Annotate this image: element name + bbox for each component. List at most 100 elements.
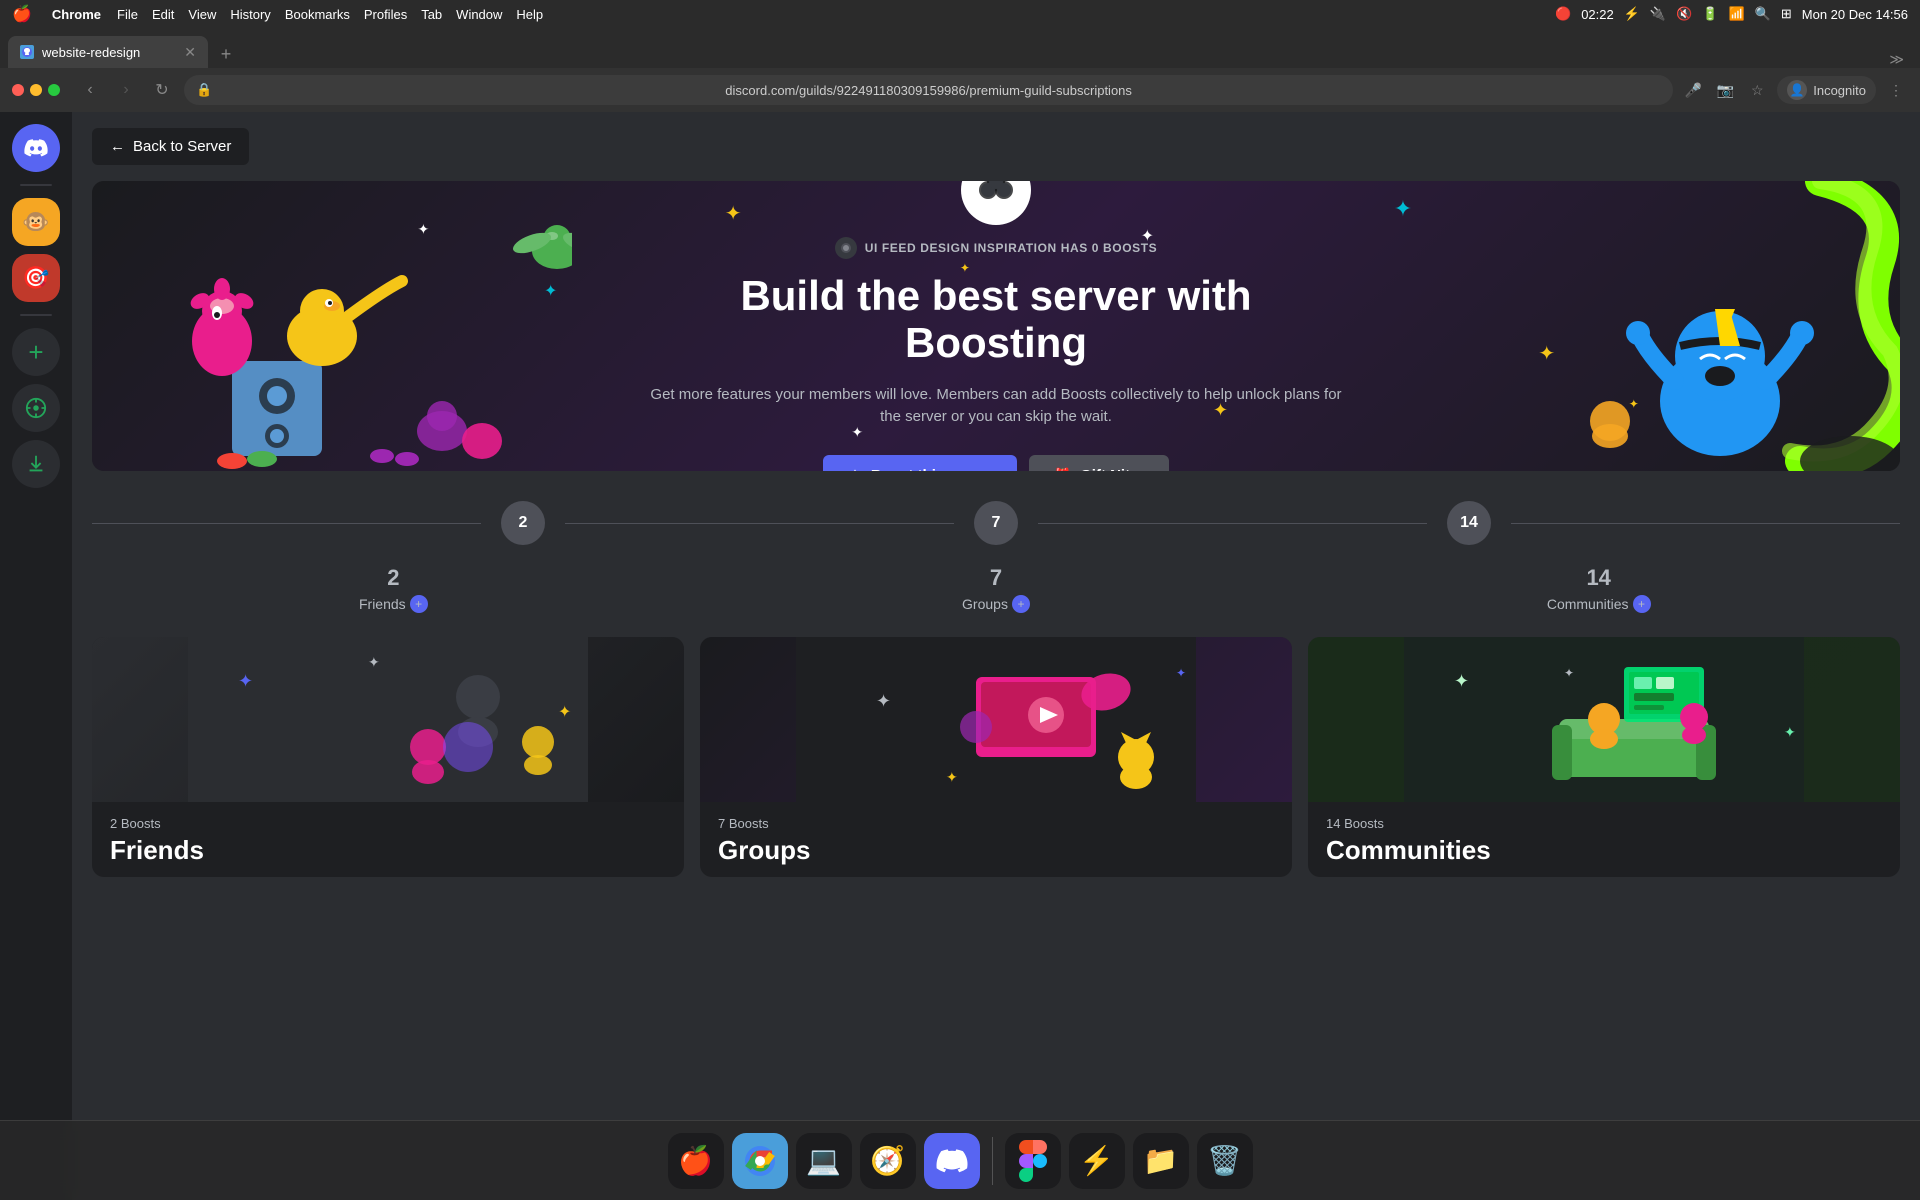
sidebar-server-1[interactable]: 🐵 — [12, 198, 60, 246]
profile-btn[interactable]: 👤 Incognito — [1777, 76, 1876, 104]
address-field[interactable] — [184, 75, 1673, 105]
refresh-btn[interactable]: ↻ — [148, 76, 176, 104]
menubar-right: 🔴 02:22 ⚡ 🔌 🔇 🔋 📶 🔍 ⊞ Mon 20 Dec 14:56 — [1555, 6, 1908, 22]
dock-bolt[interactable]: ⚡ — [1069, 1133, 1125, 1189]
minimize-traffic-light[interactable] — [30, 84, 42, 96]
svg-text:✦: ✦ — [368, 654, 380, 670]
sidebar-discover[interactable] — [12, 384, 60, 432]
incognito-label: Incognito — [1813, 83, 1866, 98]
tier-card-friends-boosts: 2 Boosts — [110, 816, 666, 831]
wifi-icon: 📶 — [1728, 6, 1744, 22]
back-to-server-btn[interactable]: ← Back to Server — [92, 128, 249, 165]
svg-text:✦: ✦ — [1564, 666, 1574, 680]
menu-bookmarks[interactable]: Bookmarks — [285, 7, 350, 22]
server-avatar — [961, 181, 1031, 225]
plug-icon: 🔌 — [1650, 6, 1666, 22]
tier-node-2-label: 7 — [992, 514, 1001, 532]
menu-profiles[interactable]: Profiles — [364, 7, 407, 22]
lightning-icon: ⚡ — [1624, 6, 1640, 22]
more-options-icon[interactable]: ⋮ — [1884, 78, 1908, 102]
menu-help[interactable]: Help — [516, 7, 543, 22]
app-layout: 🐵 🎯 + ← Back to Server — [0, 112, 1920, 1200]
tier-card-groups-boosts: 7 Boosts — [718, 816, 1274, 831]
dock-figma[interactable] — [1005, 1133, 1061, 1189]
svg-text:✦: ✦ — [238, 671, 253, 691]
dock-trash[interactable]: 🗑️ — [1197, 1133, 1253, 1189]
tier-node-3: 14 — [1447, 501, 1491, 545]
mic-icon[interactable]: 🎤 — [1681, 78, 1705, 102]
menu-edit[interactable]: Edit — [152, 7, 174, 22]
macos-menubar: 🍎 Chrome File Edit View History Bookmark… — [0, 0, 1920, 28]
tiers-line-end — [1511, 523, 1900, 524]
app-name: Chrome — [52, 7, 101, 22]
sparkle-4: ✦ — [1394, 196, 1412, 222]
macos-dock: 🍎 💻 🧭 ⚡ 📁 🗑️ — [0, 1120, 1920, 1200]
address-bar: ‹ › ↻ 🔒 🎤 📷 ☆ 👤 Incognito ⋮ — [0, 68, 1920, 112]
gift-nitro-btn[interactable]: 🎁 Gift Nitro — [1029, 455, 1169, 471]
sidebar-add-server[interactable]: + — [12, 328, 60, 376]
dock-discord[interactable] — [924, 1133, 980, 1189]
tier-node-1: 2 — [501, 501, 545, 545]
gift-btn-label: Gift Nitro — [1080, 467, 1145, 471]
tier-communities-plus[interactable]: + — [1633, 595, 1651, 613]
tier-label-communities-num: 14 — [1297, 565, 1900, 591]
server-badge: UI FEED DESIGN INSPIRATION HAS 0 BOOSTS — [646, 237, 1346, 259]
active-tab[interactable]: website-redesign ✕ — [8, 36, 208, 68]
tier-friends-plus[interactable]: + — [410, 595, 428, 613]
tier-label-friends-num: 2 — [92, 565, 695, 591]
tier-card-communities-boosts: 14 Boosts — [1326, 816, 1882, 831]
close-traffic-light[interactable] — [12, 84, 24, 96]
menu-view[interactable]: View — [188, 7, 216, 22]
tier-card-friends: ✦ ✦ ✦ 2 Boosts Friends — [92, 637, 684, 877]
back-nav-btn[interactable]: ‹ — [76, 76, 104, 104]
browser-chrome: website-redesign ✕ + ≫ ‹ › ↻ 🔒 🎤 📷 ☆ 👤 I… — [0, 28, 1920, 112]
left-illustration — [92, 181, 572, 471]
menu-window[interactable]: Window — [456, 7, 502, 22]
apple-menu[interactable]: 🍎 — [12, 4, 32, 24]
camera-off-icon[interactable]: 📷 — [1713, 78, 1737, 102]
server-badge-text: UI FEED DESIGN INSPIRATION HAS 0 BOOSTS — [865, 241, 1158, 255]
gift-icon: 🎁 — [1053, 467, 1072, 471]
sidebar-download[interactable] — [12, 440, 60, 488]
dock-separator — [992, 1137, 993, 1185]
tiers-line-left — [92, 523, 481, 524]
clock-display: Mon 20 Dec 14:56 — [1802, 7, 1908, 22]
tier-node-1-label: 2 — [519, 514, 528, 532]
discord-sidebar: 🐵 🎯 + — [0, 112, 72, 1200]
tier-groups-plus[interactable]: + — [1012, 595, 1030, 613]
hero-description: Get more features your members will love… — [646, 384, 1346, 429]
tier-card-groups-art: ✦ ✦ ✦ — [700, 637, 1292, 802]
tiers-section: 2 7 14 2 Friends + — [72, 471, 1920, 877]
menu-file[interactable]: File — [117, 7, 138, 22]
svg-text:✦: ✦ — [558, 704, 571, 721]
tab-title: website-redesign — [42, 45, 140, 60]
dock-files[interactable]: 📁 — [1133, 1133, 1189, 1189]
svg-text:✦: ✦ — [876, 691, 891, 711]
sidebar-server-2[interactable]: 🎯 — [12, 254, 60, 302]
tier-label-groups-num: 7 — [695, 565, 1298, 591]
star-icon[interactable]: ☆ — [1745, 78, 1769, 102]
dock-safari[interactable]: 🧭 — [860, 1133, 916, 1189]
hero-center-content: UI FEED DESIGN INSPIRATION HAS 0 BOOSTS … — [646, 181, 1346, 471]
tab-expand-btn[interactable]: ≫ — [1889, 51, 1912, 68]
menu-tab[interactable]: Tab — [421, 7, 442, 22]
tier-card-communities: ✦ ✦ ✦ 14 Boosts Communities — [1308, 637, 1900, 877]
dock-terminal[interactable]: 💻 — [796, 1133, 852, 1189]
menu-history[interactable]: History — [230, 7, 270, 22]
tier-card-communities-art: ✦ ✦ ✦ — [1308, 637, 1900, 802]
dock-finder[interactable]: 🍎 — [668, 1133, 724, 1189]
tab-close-btn[interactable]: ✕ — [184, 44, 196, 61]
maximize-traffic-light[interactable] — [48, 84, 60, 96]
right-illustration — [1520, 181, 1900, 471]
tier-label-friends: 2 Friends + — [92, 565, 695, 613]
sidebar-discord-home[interactable] — [12, 124, 60, 172]
boost-server-btn[interactable]: Boost this server — [823, 455, 1018, 471]
tier-card-groups: ✦ ✦ ✦ 7 Boosts Groups — [700, 637, 1292, 877]
forward-nav-btn[interactable]: › — [112, 76, 140, 104]
tier-card-groups-name: Groups — [718, 835, 1274, 866]
tier-card-communities-info: 14 Boosts Communities — [1308, 802, 1900, 877]
new-tab-btn[interactable]: + — [212, 40, 240, 68]
back-arrow-icon: ← — [110, 138, 125, 155]
tier-label-groups-name: Groups + — [695, 595, 1298, 613]
dock-chrome[interactable] — [732, 1133, 788, 1189]
